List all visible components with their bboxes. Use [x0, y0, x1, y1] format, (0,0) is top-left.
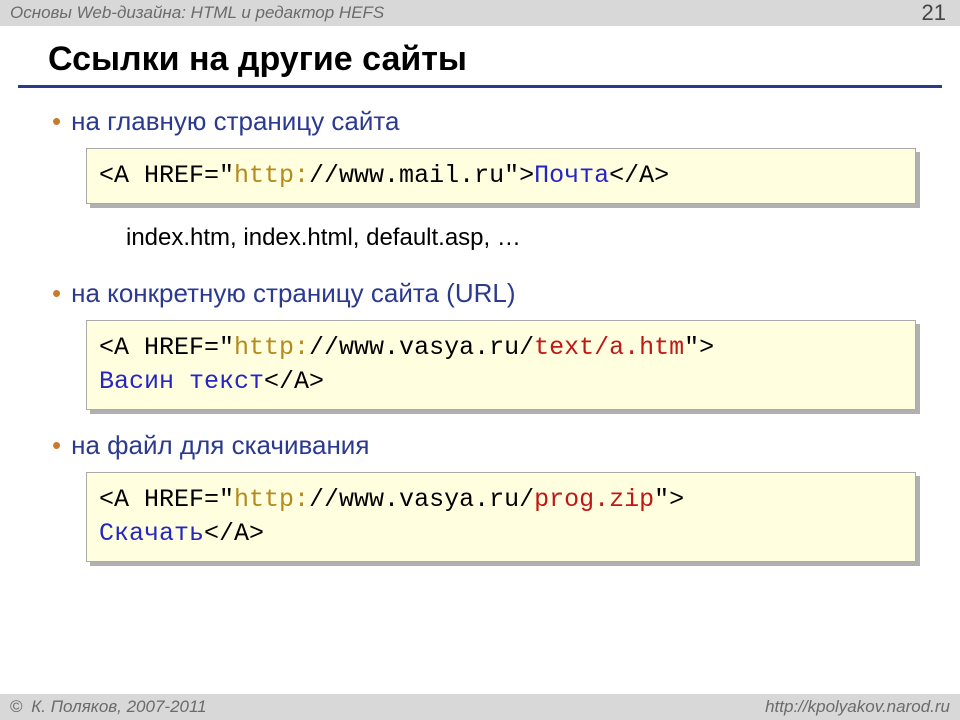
code-seg: //www.mail.ru">	[309, 161, 534, 190]
index-filenames: index.htm, index.html, default.asp, …	[126, 224, 916, 252]
code-example-1: <A HREF="http://www.mail.ru">Почта</A>	[86, 148, 916, 204]
code-seg: //www.vasya.ru/	[309, 485, 534, 514]
copyright-icon: ©	[10, 697, 23, 716]
course-title: Основы Web-дизайна: HTML и редактор HEFS	[10, 3, 384, 23]
footer-url: http://kpolyakov.narod.ru	[765, 697, 950, 717]
bullet-item-3: • на файл для скачивания	[52, 430, 916, 460]
bullet-text-2: на конкретную страницу сайта (URL)	[71, 278, 515, 308]
page-number: 21	[922, 0, 950, 26]
footer-bar: © К. Поляков, 2007-2011 http://kpolyakov…	[0, 694, 960, 720]
code-seg: <A HREF="	[99, 333, 234, 362]
bullet-icon: •	[52, 108, 61, 134]
code-seg: http:	[234, 161, 309, 190]
code-seg: Почта	[534, 161, 609, 190]
footer-author: К. Поляков, 2007-2011	[31, 697, 206, 716]
footer-copyright: © К. Поляков, 2007-2011	[10, 697, 207, 717]
code-example-3: <A HREF="http://www.vasya.ru/prog.zip"> …	[86, 472, 916, 562]
code-seg: <A HREF="	[99, 161, 234, 190]
bullet-text-1: на главную страницу сайта	[71, 106, 399, 136]
bullet-item-1: • на главную страницу сайта	[52, 106, 916, 136]
bullet-item-2: • на конкретную страницу сайта (URL)	[52, 278, 916, 308]
code-example-2: <A HREF="http://www.vasya.ru/text/a.htm"…	[86, 320, 916, 410]
code-seg: </A>	[264, 367, 324, 396]
code-seg: //www.vasya.ru/	[309, 333, 534, 362]
code-seg: Скачать	[99, 519, 204, 548]
code-seg: text/a.htm	[534, 333, 684, 362]
code-seg: <A HREF="	[99, 485, 234, 514]
slide-title: Ссылки на другие сайты	[0, 26, 960, 85]
bullet-text-3: на файл для скачивания	[71, 430, 369, 460]
slide-content: • на главную страницу сайта <A HREF="htt…	[0, 106, 960, 562]
bullet-icon: •	[52, 432, 61, 458]
code-seg: </A>	[204, 519, 264, 548]
code-seg: </A>	[609, 161, 669, 190]
header-bar: Основы Web-дизайна: HTML и редактор HEFS…	[0, 0, 960, 26]
code-seg: prog.zip	[534, 485, 654, 514]
code-seg: http:	[234, 333, 309, 362]
code-seg: ">	[684, 333, 714, 362]
code-seg: http:	[234, 485, 309, 514]
bullet-icon: •	[52, 280, 61, 306]
title-underline	[18, 85, 942, 88]
code-seg: Васин текст	[99, 367, 264, 396]
code-seg: ">	[654, 485, 684, 514]
